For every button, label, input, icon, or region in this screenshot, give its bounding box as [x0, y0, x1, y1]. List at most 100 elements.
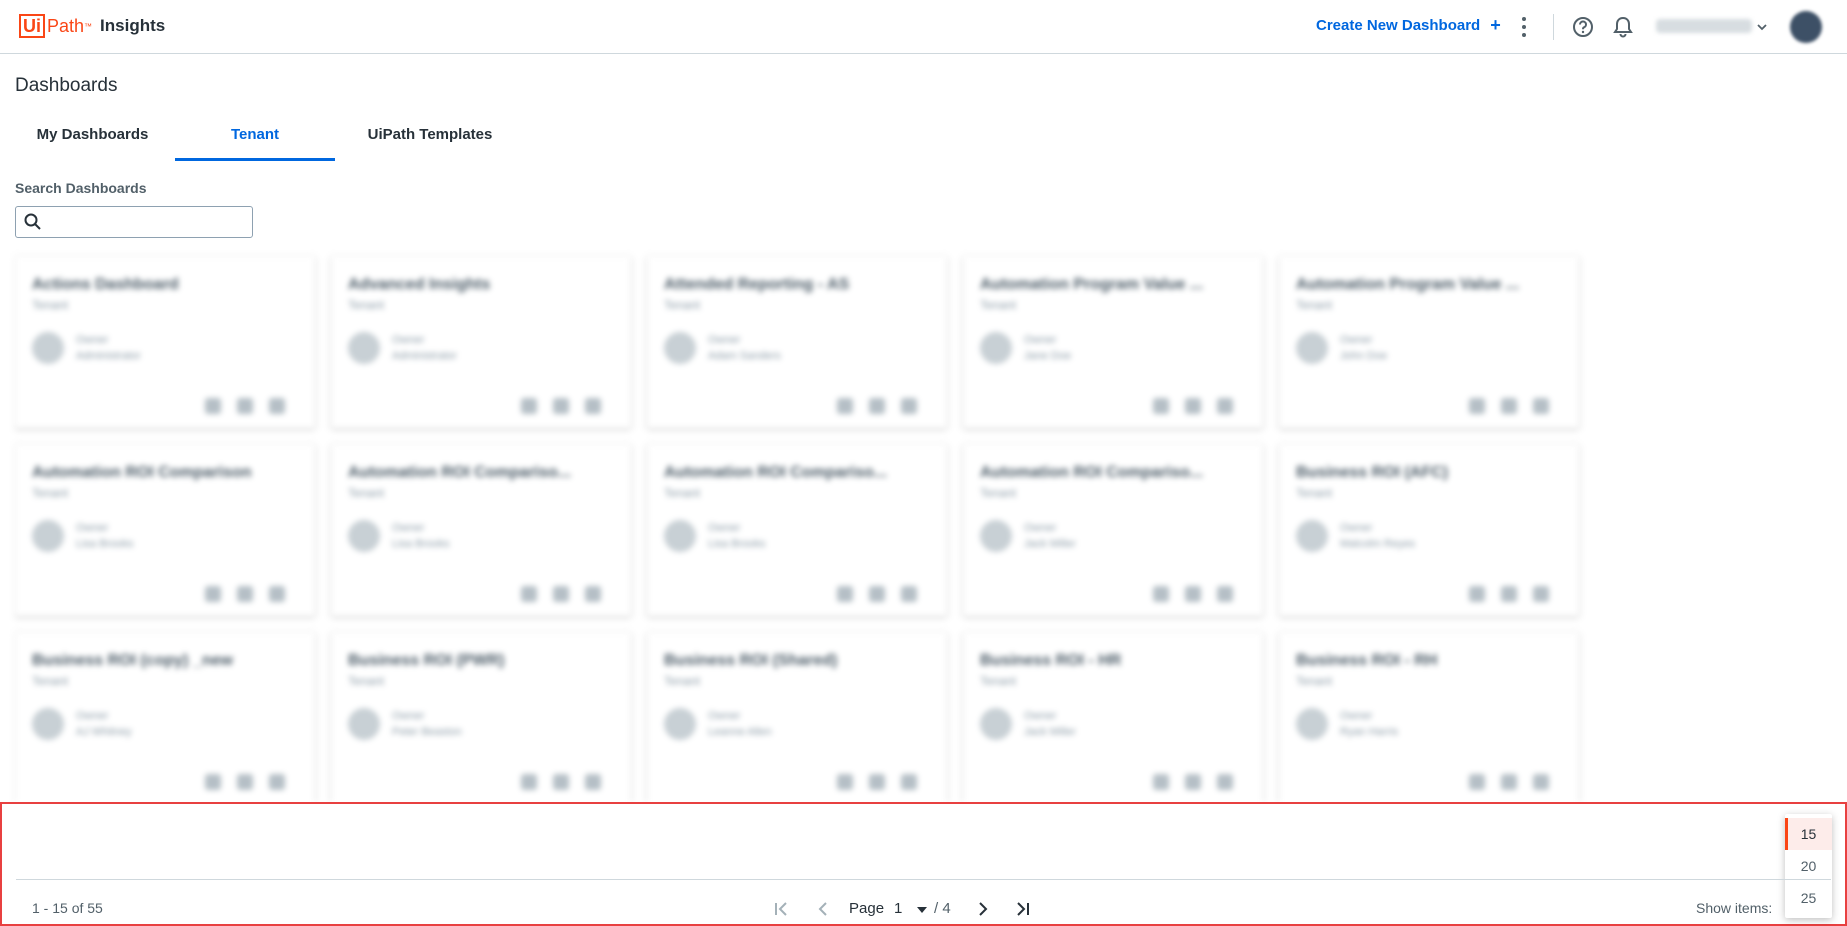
delete-icon[interactable]	[1533, 586, 1549, 602]
tenant-name-blurred[interactable]	[1656, 19, 1752, 33]
duplicate-icon[interactable]	[1153, 398, 1169, 414]
card-scope: Tenant	[1296, 298, 1333, 312]
delete-icon[interactable]	[901, 774, 917, 790]
more-options-icon[interactable]	[1517, 15, 1531, 39]
download-icon[interactable]	[553, 586, 569, 602]
dashboard-card[interactable]: Attended Reporting - AS Tenant Owner Adam S…	[647, 256, 947, 428]
download-icon[interactable]	[553, 774, 569, 790]
delete-icon[interactable]	[585, 398, 601, 414]
owner-avatar-icon	[32, 520, 64, 552]
download-icon[interactable]	[1185, 398, 1201, 414]
delete-icon[interactable]	[269, 774, 285, 790]
card-title: Automation ROI Compariso...	[980, 464, 1204, 481]
delete-icon[interactable]	[1533, 398, 1549, 414]
download-icon[interactable]	[1185, 774, 1201, 790]
dashboard-card[interactable]: Automation ROI Comparison Tenant Owner Lisa…	[15, 444, 315, 616]
delete-icon[interactable]	[901, 586, 917, 602]
notifications-bell-icon[interactable]	[1613, 16, 1633, 43]
page-size-option-15[interactable]: 15	[1785, 818, 1832, 850]
owner-avatar-icon	[348, 332, 380, 364]
create-new-dashboard-button[interactable]: Create New Dashboard +	[1316, 15, 1501, 36]
chevron-down-icon[interactable]	[1756, 20, 1768, 38]
duplicate-icon[interactable]	[1153, 586, 1169, 602]
dashboard-card[interactable]: Advanced Insights Tenant Owner Administrato…	[331, 256, 631, 428]
duplicate-icon[interactable]	[1469, 774, 1485, 790]
delete-icon[interactable]	[1217, 586, 1233, 602]
search-icon	[24, 213, 41, 230]
dashboard-card[interactable]: Automation ROI Compariso... Tenant Owner Li…	[331, 444, 631, 616]
owner-avatar-icon	[1296, 332, 1328, 364]
delete-icon[interactable]	[1217, 398, 1233, 414]
download-icon[interactable]	[869, 774, 885, 790]
dashboard-card[interactable]: Business ROI - HR Tenant Owner Jack Miller	[963, 632, 1263, 802]
dashboard-card[interactable]: Business ROI (PWR) Tenant Owner Peter Beast…	[331, 632, 631, 802]
delete-icon[interactable]	[1217, 774, 1233, 790]
delete-icon[interactable]	[585, 586, 601, 602]
duplicate-icon[interactable]	[837, 586, 853, 602]
previous-page-icon[interactable]	[814, 900, 832, 923]
page-size-option-20[interactable]: 20	[1785, 850, 1832, 882]
card-owner-name: John Doe	[1340, 350, 1388, 362]
delete-icon[interactable]	[1533, 774, 1549, 790]
download-icon[interactable]	[1185, 586, 1201, 602]
download-icon[interactable]	[237, 586, 253, 602]
download-icon[interactable]	[1501, 398, 1517, 414]
dashboard-card[interactable]: Business ROI (copy) _new Tenant Owner AJ Wh…	[15, 632, 315, 802]
tab-tenant[interactable]: Tenant	[175, 118, 335, 161]
duplicate-icon[interactable]	[837, 398, 853, 414]
tab-my-dashboards[interactable]: My Dashboards	[30, 118, 155, 158]
download-icon[interactable]	[869, 398, 885, 414]
current-page-select[interactable]: 1	[894, 900, 902, 917]
download-icon[interactable]	[1501, 586, 1517, 602]
download-icon[interactable]	[237, 398, 253, 414]
card-scope: Tenant	[1296, 674, 1333, 688]
duplicate-icon[interactable]	[205, 398, 221, 414]
dashboard-card[interactable]: Automation Program Value ... Tenant Owner J…	[963, 256, 1263, 428]
card-title: Automation Program Value ...	[1296, 276, 1520, 293]
delete-icon[interactable]	[585, 774, 601, 790]
dashboard-card[interactable]: Business ROI - RH Tenant Owner Ryan Harris	[1279, 632, 1579, 802]
dashboard-card[interactable]: Actions Dashboard Tenant Owner Administrato…	[15, 256, 315, 428]
card-scope: Tenant	[980, 674, 1017, 688]
card-title: Business ROI - HR	[980, 652, 1122, 669]
card-scope: Tenant	[1296, 486, 1333, 500]
duplicate-icon[interactable]	[521, 398, 537, 414]
download-icon[interactable]	[869, 586, 885, 602]
page-select-caret-icon[interactable]	[917, 907, 927, 913]
delete-icon[interactable]	[901, 398, 917, 414]
first-page-icon[interactable]	[772, 900, 790, 923]
card-owner-name: Administrator	[392, 350, 457, 362]
card-scope: Tenant	[664, 298, 701, 312]
download-icon[interactable]	[1501, 774, 1517, 790]
card-owner-label: Owner	[708, 334, 741, 346]
create-new-dashboard-label: Create New Dashboard	[1316, 17, 1481, 34]
search-label: Search Dashboards	[15, 180, 147, 196]
duplicate-icon[interactable]	[1153, 774, 1169, 790]
duplicate-icon[interactable]	[1469, 398, 1485, 414]
product-name: Insights	[100, 16, 166, 35]
dashboard-card[interactable]: Automation ROI Compariso... Tenant Owner Ja…	[963, 444, 1263, 616]
duplicate-icon[interactable]	[1469, 586, 1485, 602]
dashboard-card[interactable]: Business ROI (Shared) Tenant Owner Leanne A…	[647, 632, 947, 802]
duplicate-icon[interactable]	[205, 774, 221, 790]
delete-icon[interactable]	[269, 586, 285, 602]
delete-icon[interactable]	[269, 398, 285, 414]
user-avatar[interactable]	[1790, 11, 1822, 43]
download-icon[interactable]	[237, 774, 253, 790]
last-page-icon[interactable]	[1014, 900, 1032, 923]
dashboard-card[interactable]: Automation ROI Compariso... Tenant Owner Li…	[647, 444, 947, 616]
help-icon[interactable]	[1572, 16, 1594, 43]
dashboard-card[interactable]: Automation Program Value ... Tenant Owner J…	[1279, 256, 1579, 428]
duplicate-icon[interactable]	[521, 774, 537, 790]
download-icon[interactable]	[553, 398, 569, 414]
card-title: Automation ROI Comparison	[32, 464, 252, 481]
page-size-option-25[interactable]: 25	[1785, 882, 1832, 914]
duplicate-icon[interactable]	[521, 586, 537, 602]
search-input[interactable]	[48, 209, 248, 235]
duplicate-icon[interactable]	[837, 774, 853, 790]
uipath-logo[interactable]: Ui Path ™ Insights	[19, 14, 165, 38]
tab-uipath-templates[interactable]: UiPath Templates	[355, 118, 505, 158]
next-page-icon[interactable]	[974, 900, 992, 923]
duplicate-icon[interactable]	[205, 586, 221, 602]
dashboard-card[interactable]: Business ROI (AFC) Tenant Owner Malcolm Rey…	[1279, 444, 1579, 616]
